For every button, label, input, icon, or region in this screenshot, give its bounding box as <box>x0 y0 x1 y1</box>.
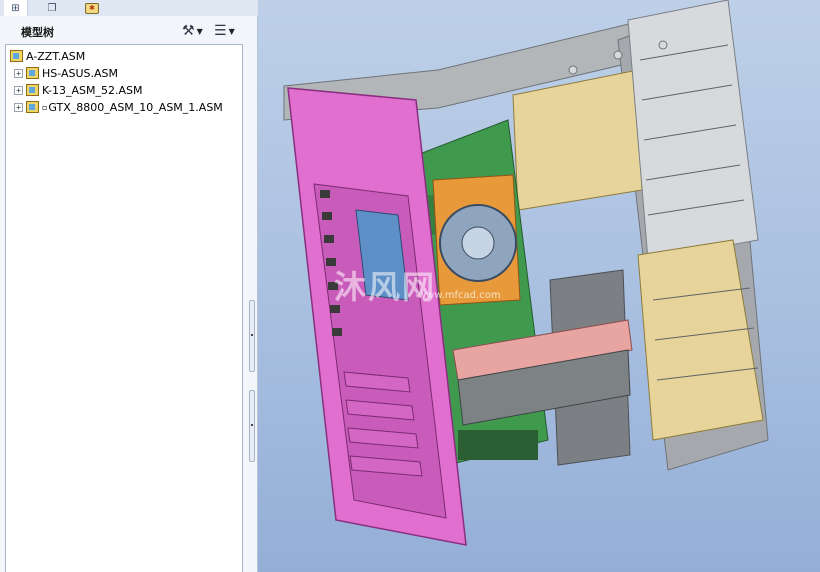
settings-icon: ⚒ <box>182 23 195 39</box>
model-tree-icon: ⊞ <box>11 2 20 14</box>
expand-icon[interactable]: + <box>14 68 23 78</box>
upper-drive-bay <box>512 69 643 211</box>
model-tree: A-ZZT.ASM + HS-ASUS.ASM + K-13_ASM_52.AS… <box>5 44 243 572</box>
expand-icon[interactable]: + <box>14 85 23 95</box>
chevron-down-icon: ▼ <box>228 26 235 36</box>
tree-item-gtx8800[interactable]: + ▫ GTX_8800_ASM_10_ASM_1.ASM <box>14 99 223 115</box>
show-icon: ☰ <box>214 23 227 39</box>
tree-item-hs-asus[interactable]: + HS-ASUS.ASM <box>14 65 118 81</box>
tree-item-label: A-ZZT.ASM <box>26 49 86 63</box>
panel-resize-handle[interactable] <box>249 390 255 462</box>
tree-item-label: K-13_ASM_52.ASM <box>42 83 143 97</box>
assembly-icon <box>10 50 23 62</box>
folder-browser-icon: ❐ <box>47 2 57 14</box>
tree-item-label: GTX_8800_ASM_10_ASM_1.ASM <box>48 100 223 114</box>
assembly-icon <box>26 84 39 96</box>
panel-resize-handle[interactable] <box>249 300 255 372</box>
graphics-window[interactable]: 沐风网 www.mfcad.com <box>258 0 820 572</box>
tab-folder-browser[interactable]: ❐ <box>40 0 64 16</box>
tab-model-tree[interactable]: ⊞ <box>4 0 28 16</box>
navigator-tabs: ⊞ ❐ ✱ <box>0 0 258 16</box>
tab-favorites[interactable]: ✱ <box>80 0 104 16</box>
favorites-icon: ✱ <box>85 2 99 14</box>
assembly-icon <box>26 67 39 79</box>
show-menu-button[interactable]: ☰ ▼ <box>214 22 244 40</box>
tree-item-k13[interactable]: + K-13_ASM_52.ASM <box>14 82 143 98</box>
flag-icon: ▫ <box>42 102 48 112</box>
tree-item-label: HS-ASUS.ASM <box>42 66 119 80</box>
front-bay-frame <box>627 0 759 261</box>
watermark: 沐风网 <box>334 268 437 306</box>
assembly-icon <box>26 101 39 113</box>
navigator-panel: ⊞ ❐ ✱ 模型树 ⚒ ▼ ☰ ▼ A-ZZT.ASM + HS-ASUS.AS… <box>0 0 258 572</box>
tree-settings-button[interactable]: ⚒ ▼ <box>182 22 210 40</box>
model-tree-title: 模型树 <box>21 26 54 39</box>
watermark-url: www.mfcad.com <box>418 290 501 301</box>
chipset <box>458 430 538 460</box>
model-tree-header: 模型树 ⚒ ▼ ☰ ▼ <box>0 16 258 44</box>
tree-root-item[interactable]: A-ZZT.ASM <box>10 48 85 64</box>
chevron-down-icon: ▼ <box>196 26 203 36</box>
expand-icon[interactable]: + <box>14 102 23 112</box>
